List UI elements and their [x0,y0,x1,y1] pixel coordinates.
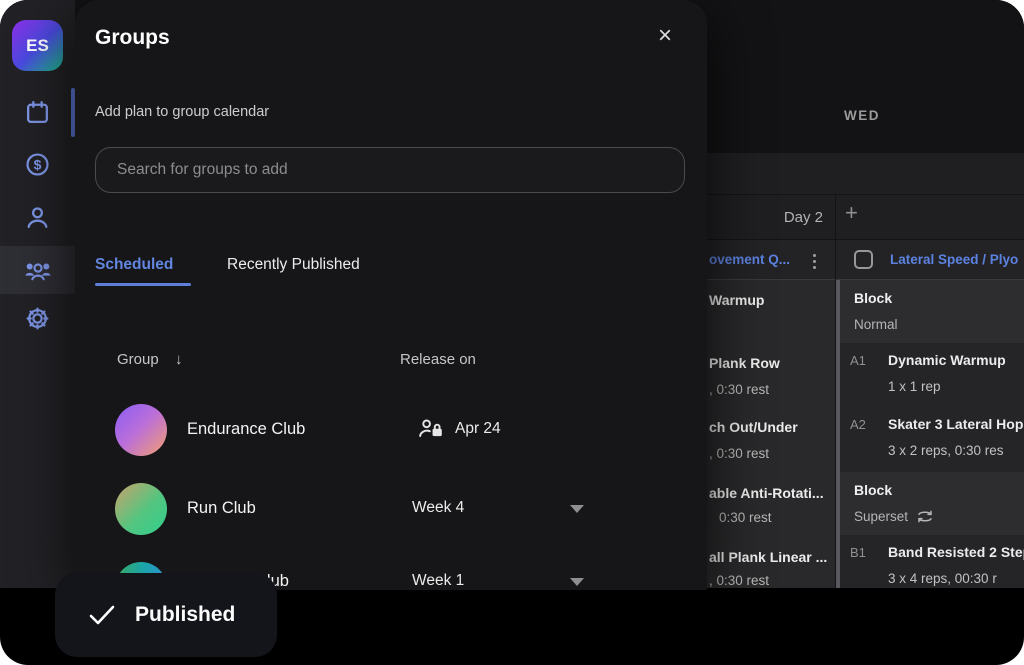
exercise-name[interactable]: able Anti-Rotati... [709,485,824,501]
sidebar-item-settings[interactable] [0,294,75,342]
weekday-header: WED [707,108,1017,123]
exercise-detail: , 0:30 rest [709,382,769,397]
exercise-name[interactable]: Skater 3 Lateral Hop [888,416,1023,432]
exercise-tag: A2 [850,417,866,432]
exercise-name[interactable]: Warmup [709,292,764,308]
dropdown-arrow-icon[interactable] [570,578,584,586]
app-window: WED Day 2 + ovement Q... Warmup Plank Ro… [0,0,1024,665]
plan-title-link[interactable]: Lateral Speed / Plyo [890,252,1018,267]
person-icon [24,204,51,231]
group-avatar [115,404,167,456]
exercise-name[interactable]: Band Resisted 2 Step [888,544,1024,560]
groups-icon [24,258,52,282]
close-icon[interactable]: × [658,24,672,48]
exercise-name[interactable]: ch Out/Under [709,419,798,435]
dropdown-arrow-icon[interactable] [570,505,584,513]
block-label: Block [854,482,892,498]
release-date[interactable]: Apr 24 [455,420,501,438]
exercise-detail: , 0:30 rest [709,446,769,461]
block-type-row: Superset [854,509,934,524]
sort-arrow-icon[interactable]: ↓ [175,351,183,368]
published-toast: Published [55,573,277,657]
group-avatar [115,483,167,535]
workout-card-left-header: ovement Q... [706,240,835,280]
group-name[interactable]: Run Club [187,499,256,518]
exercise-tag: B1 [850,545,866,560]
dollar-icon: $ [24,151,51,178]
column-header-group: Group [117,351,159,368]
svg-text:$: $ [34,156,42,172]
workout-card-right-header: Lateral Speed / Plyo [836,240,1024,280]
tab-recently-published[interactable]: Recently Published [227,256,360,274]
plan-title-link[interactable]: ovement Q... [709,252,790,267]
group-name[interactable]: Endurance Club [187,420,305,439]
active-tab-underline [95,283,191,286]
exercise-name[interactable]: Plank Row [709,355,780,371]
release-week[interactable]: Week 1 [412,572,464,590]
exercise-name[interactable]: Dynamic Warmup [888,352,1006,368]
gear-icon [24,305,51,332]
sidebar-item-billing[interactable]: $ [0,140,75,188]
block-label: Block [854,290,892,306]
day-label[interactable]: Day 2 [707,209,823,226]
person-lock-icon [418,418,446,445]
exercise-detail: 3 x 2 reps, 0:30 res [888,443,1004,458]
modal-title: Groups [95,26,170,50]
add-plan-button[interactable]: + [845,202,858,224]
exercise-detail: 3 x 4 reps, 00:30 r [888,571,997,586]
exercise-detail: 1 x 1 rep [888,379,941,394]
exercise-name[interactable]: all Plank Linear ... [709,549,827,565]
plan-checkbox[interactable] [854,250,873,269]
sidebar-item-groups[interactable] [0,246,75,294]
modal-subtitle: Add plan to group calendar [95,104,269,120]
tab-scheduled[interactable]: Scheduled [95,256,173,274]
groups-modal: Groups × Add plan to group calendar Sche… [75,0,707,590]
block-type: Normal [854,317,898,332]
exercise-detail: , 0:30 rest [709,573,769,588]
search-input[interactable] [95,147,685,193]
block-type: Superset [854,509,908,524]
exercise-detail: 0:30 rest [719,510,772,525]
toast-label: Published [135,603,235,627]
kebab-menu-icon[interactable] [813,260,816,263]
workout-card-right: Lateral Speed / Plyo Block Normal A1 Dyn… [836,240,1024,588]
sidebar-item-athletes[interactable] [0,193,75,241]
superset-cycle-icon [916,510,934,523]
sidebar: ES $ [0,0,75,588]
calendar-icon [24,99,51,126]
check-icon [87,603,117,627]
release-week[interactable]: Week 4 [412,499,464,517]
workout-card-left: ovement Q... Warmup Plank Row , 0:30 res… [706,240,835,588]
column-header-release: Release on [400,351,476,368]
exercise-tag: A1 [850,353,866,368]
sidebar-item-calendar[interactable] [0,88,75,136]
avatar[interactable]: ES [12,20,63,71]
